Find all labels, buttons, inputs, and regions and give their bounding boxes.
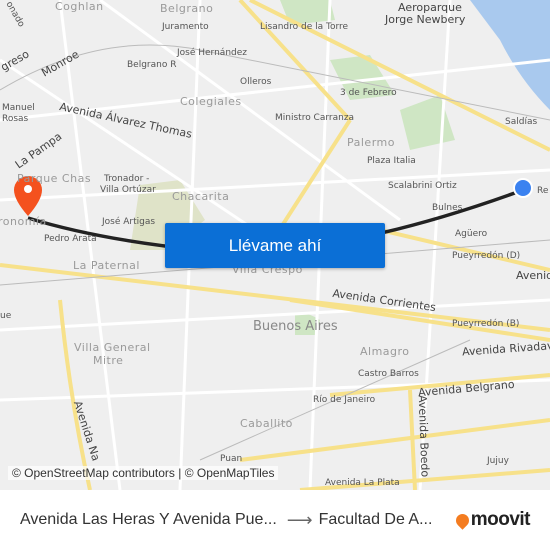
route-footer: Avenida Las Heras Y Avenida Pue... ⟶ Fac… (0, 490, 550, 550)
origin-name: Avenida Las Heras Y Avenida Pue... (20, 511, 277, 528)
map-label: Villa Ortúzar (100, 185, 156, 195)
map-label: Río de Janeiro (313, 395, 376, 405)
brand-name: moovit (470, 509, 531, 530)
map-label: Castro Barros (358, 369, 419, 379)
map-label: Buenos Aires (253, 319, 338, 334)
map-label: Manuel (2, 103, 35, 113)
map-label: Scalabrini Ortiz (388, 181, 457, 191)
map-label: José Hernández (177, 48, 247, 58)
map-label: Belgrano (160, 2, 214, 15)
map-label: 3 de Febrero (340, 88, 397, 98)
map-label: Saldías (505, 117, 538, 127)
map[interactable]: onado Coghlan Belgrano Juramento Lisandr… (0, 0, 550, 490)
map-label: Jujuy (487, 456, 509, 466)
map-label: Coghlan (55, 0, 104, 13)
map-label: Rosas (2, 114, 29, 124)
map-label: Caballito (240, 417, 293, 430)
map-label: Villa General (74, 341, 151, 354)
park (400, 95, 455, 150)
map-label: ue (0, 311, 12, 321)
map-label: Pueyrredón (D) (452, 251, 521, 261)
map-label: Parque Chas (17, 172, 92, 185)
map-label: Agüero (455, 229, 488, 239)
map-label: Chacarita (172, 190, 230, 203)
map-label: Pueyrredón (B) (452, 319, 520, 329)
map-label: Mitre (93, 354, 124, 367)
map-label: Plaza Italia (367, 156, 416, 166)
map-label: José Artigas (102, 217, 156, 227)
map-attribution[interactable]: © OpenStreetMap contributors | © OpenMap… (8, 466, 279, 480)
destination-name: Facultad De A... (318, 511, 433, 528)
map-label: Tronador - (104, 174, 150, 184)
map-label: Jorge Newbery (385, 13, 466, 26)
take-me-there-button[interactable]: Llévame ahí (165, 223, 385, 268)
map-label: Juramento (162, 22, 209, 32)
map-label: Pedro Arata (44, 234, 97, 244)
river (470, 0, 550, 110)
map-label: Olleros (240, 77, 272, 87)
map-label: Bulnes (432, 203, 463, 213)
pin-dot (24, 185, 32, 193)
map-label: Re (537, 186, 549, 196)
map-label: ronomía (0, 215, 47, 228)
map-label: Colegiales (180, 95, 242, 108)
map-label: Palermo (347, 136, 395, 149)
origin-marker[interactable] (513, 178, 533, 198)
arrow-right-icon: ⟶ (286, 509, 313, 530)
map-label: Lisandro de la Torre (260, 22, 349, 32)
map-label: Ministro Carranza (275, 113, 355, 123)
map-label: Belgrano R (127, 60, 177, 70)
map-label: Almagro (360, 345, 410, 358)
moovit-logo[interactable]: moovit (453, 509, 531, 531)
moovit-pin-icon (453, 510, 472, 530)
map-label: Avenida La Plata (325, 478, 400, 488)
map-label: La Paternal (73, 259, 140, 272)
map-label: Puan (220, 454, 243, 464)
map-label: Avenida C (516, 269, 550, 282)
map-label: Avenida Boedo (415, 394, 432, 478)
